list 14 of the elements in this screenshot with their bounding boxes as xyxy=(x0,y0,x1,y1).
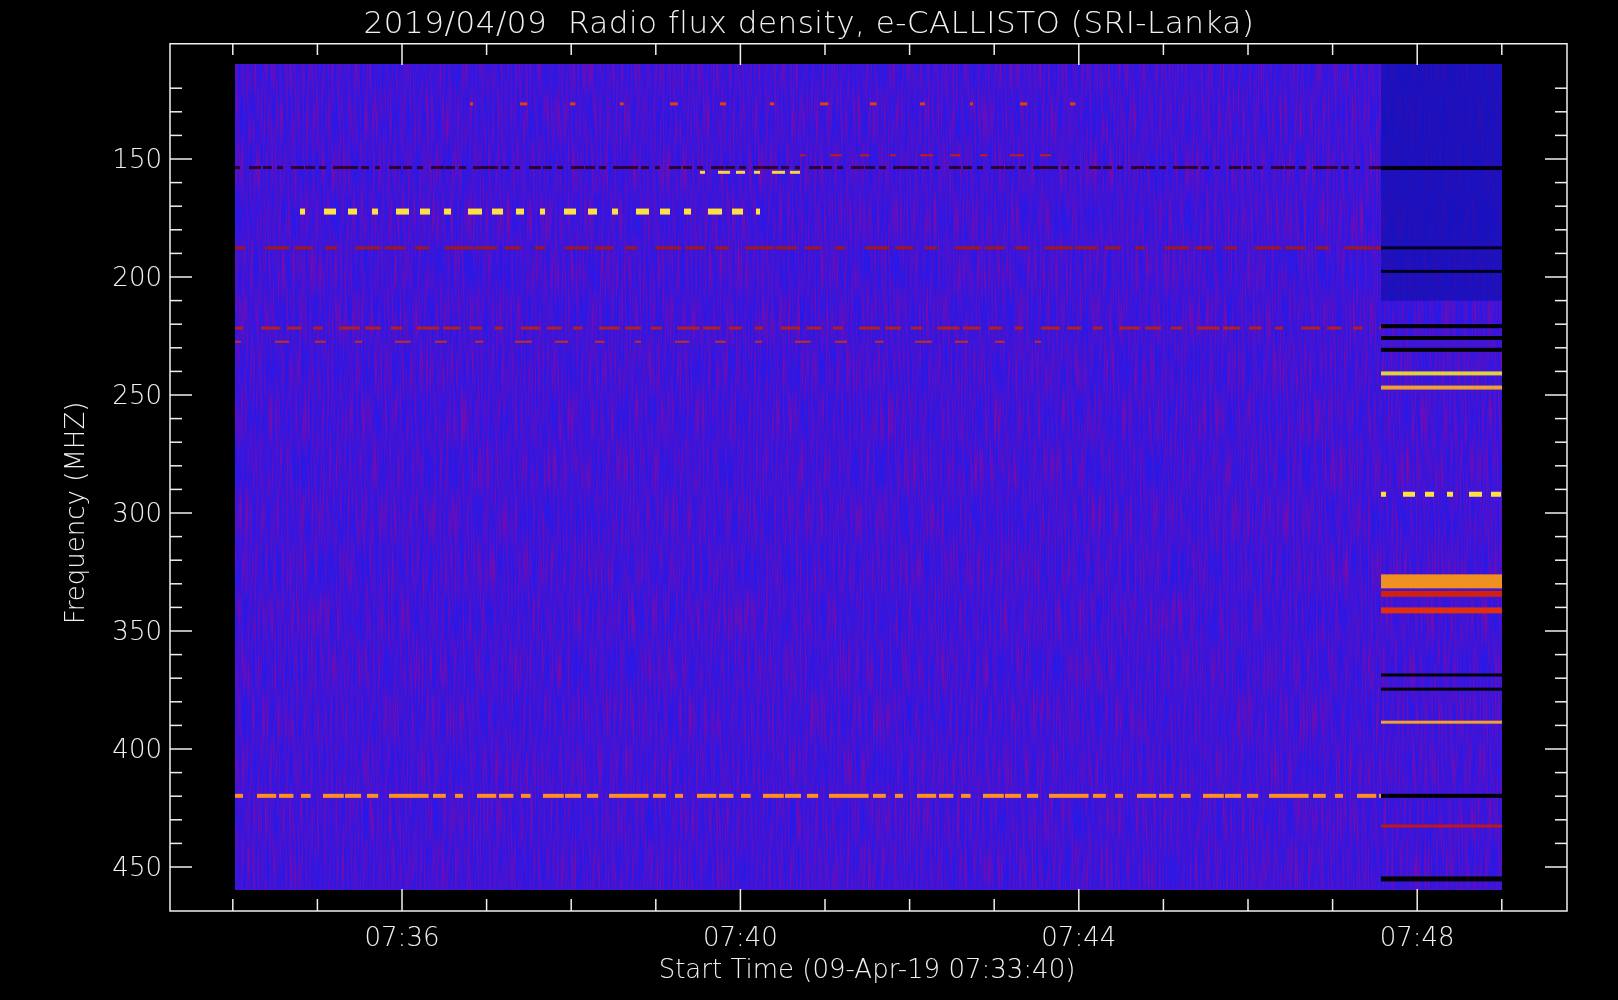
axis-tick-label: 07:48 xyxy=(1379,922,1455,952)
axis-tick-label: 400 xyxy=(112,734,162,764)
axis-label: Frequency (MHZ) xyxy=(60,401,90,625)
axis-tick-label: 350 xyxy=(112,616,162,646)
axis-tick-label: 250 xyxy=(112,380,162,410)
axis-tick-label: 150 xyxy=(112,144,162,174)
axis-tick-label: 07:36 xyxy=(364,922,440,952)
axis-tick-label: 07:40 xyxy=(702,922,778,952)
axis-label: Start Time (09-Apr-19 07:33:40) xyxy=(658,954,1076,984)
chart-title: 2019/04/09 Radio flux density, e-CALLISTO (SRI-Lanka) xyxy=(363,2,1255,42)
axis-tick-label: 450 xyxy=(112,852,162,882)
axis-tick-label: 200 xyxy=(112,262,162,292)
axis-tick-label: 300 xyxy=(112,498,162,528)
axis-tick-label: 07:44 xyxy=(1041,922,1117,952)
